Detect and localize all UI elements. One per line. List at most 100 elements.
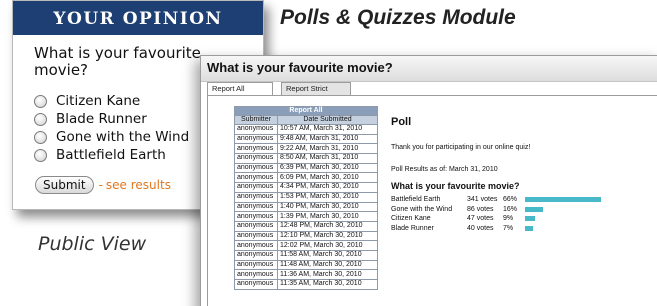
poll-results-panel: Poll Thank you for participating in our … xyxy=(391,116,651,233)
submitter-cell: anonymous xyxy=(234,259,278,271)
poll-options: Citizen Kane Blade Runner Gone with the … xyxy=(34,92,189,164)
result-option: Citizen Kane xyxy=(391,215,431,223)
poll-results-question: What is your favourite movie? xyxy=(391,181,520,191)
submitter-cell: anonymous xyxy=(234,249,278,261)
report-table-caption: Report All xyxy=(234,106,378,116)
date-cell: 4:34 PM, March 30, 2010 xyxy=(277,182,378,193)
submitter-cell: anonymous xyxy=(234,172,278,184)
date-cell: 8:50 AM, March 31, 2010 xyxy=(277,153,378,164)
result-option: Gone with the Wind xyxy=(391,205,453,213)
result-votes: 341 votes xyxy=(467,196,498,204)
see-results-link[interactable]: see results xyxy=(106,178,171,192)
date-cell: 12:48 PM, March 30, 2010 xyxy=(277,220,378,232)
submitter-cell: anonymous xyxy=(234,153,278,164)
report-tabs: Report All Report Strict xyxy=(207,82,352,96)
report-table: Report All Submitter Date Submitted anon… xyxy=(234,106,378,290)
date-cell: 11:48 AM, March 30, 2010 xyxy=(277,259,378,271)
separator: - xyxy=(98,178,103,192)
date-cell: 12:02 PM, March 30, 2010 xyxy=(277,240,378,251)
result-bar xyxy=(525,206,544,212)
date-cell: 11:35 AM, March 30, 2010 xyxy=(277,279,378,290)
submitter-cell: anonymous xyxy=(234,182,278,193)
radio-button[interactable] xyxy=(34,94,47,108)
date-cell: 11:36 AM, March 30, 2010 xyxy=(277,269,378,280)
poll-widget-header: YOUR OPINION xyxy=(13,1,263,35)
table-row: anonymous 6:39 PM, March 30, 2010 xyxy=(234,162,378,174)
result-bar xyxy=(525,197,601,203)
submitter-cell: anonymous xyxy=(234,124,278,135)
radio-button[interactable] xyxy=(34,148,47,162)
result-bar xyxy=(525,225,534,231)
admin-window-title: What is your favourite movie? xyxy=(201,56,657,82)
date-cell: 6:09 PM, March 30, 2010 xyxy=(277,172,378,184)
submit-button[interactable]: Submit xyxy=(35,176,94,194)
result-option: Battlefield Earth xyxy=(391,196,441,204)
option-label: Battlefield Earth xyxy=(56,147,166,163)
result-votes: 40 votes xyxy=(467,224,494,232)
table-row: anonymous 10:57 AM, March 31, 2010 xyxy=(234,124,378,135)
poll-option-gone-with-the-wind[interactable]: Gone with the Wind xyxy=(34,128,189,146)
submitter-cell: anonymous xyxy=(234,162,278,174)
result-bar-track xyxy=(525,216,640,222)
submitter-cell: anonymous xyxy=(234,201,278,213)
date-cell: 11:58 AM, March 30, 2010 xyxy=(277,249,378,261)
result-bar-track xyxy=(525,197,640,203)
table-row: anonymous 8:50 AM, March 31, 2010 xyxy=(234,153,378,164)
submit-row: Submit - see results xyxy=(35,176,171,194)
table-row: anonymous 11:48 AM, March 30, 2010 xyxy=(234,259,378,271)
table-row: anonymous 1:40 PM, March 30, 2010 xyxy=(234,201,378,213)
poll-thanks-message: Thank you for participating in our onlin… xyxy=(391,144,531,151)
table-row: anonymous 1:39 PM, March 30, 2010 xyxy=(234,211,378,222)
result-votes: 86 votes xyxy=(467,205,494,213)
date-cell: 10:57 AM, March 31, 2010 xyxy=(277,124,378,135)
table-row: anonymous 1:53 PM, March 30, 2010 xyxy=(234,191,378,203)
option-label: Blade Runner xyxy=(56,111,147,127)
submitter-cell: anonymous xyxy=(234,240,278,251)
option-label: Gone with the Wind xyxy=(56,129,190,145)
tab-report-all[interactable]: Report All xyxy=(207,82,273,95)
result-percent: 16% xyxy=(503,205,518,213)
radio-button[interactable] xyxy=(34,130,47,144)
result-bar xyxy=(525,216,536,222)
date-cell: 6:39 PM, March 30, 2010 xyxy=(277,162,378,174)
table-row: anonymous 11:58 AM, March 30, 2010 xyxy=(234,249,378,261)
result-bar-track xyxy=(525,225,640,231)
result-votes: 47 votes xyxy=(467,215,494,223)
result-percent: 66% xyxy=(503,196,518,204)
date-cell: 1:53 PM, March 30, 2010 xyxy=(277,191,378,203)
date-cell: 9:22 AM, March 31, 2010 xyxy=(277,143,378,155)
column-header-submitter: Submitter xyxy=(234,115,278,125)
result-percent: 7% xyxy=(503,224,514,232)
result-bar-track xyxy=(525,206,640,212)
table-row: anonymous 11:36 AM, March 30, 2010 xyxy=(234,269,378,280)
date-cell: 1:40 PM, March 30, 2010 xyxy=(277,201,378,213)
submitter-cell: anonymous xyxy=(234,143,278,155)
result-option: Blade Runner xyxy=(391,224,434,232)
submitter-cell: anonymous xyxy=(234,269,278,280)
result-row: Battlefield Earth 341 votes 66% xyxy=(391,195,651,205)
date-cell: 9:48 AM, March 31, 2010 xyxy=(277,133,378,145)
submitter-cell: anonymous xyxy=(234,279,278,290)
date-cell: 1:39 PM, March 30, 2010 xyxy=(277,211,378,222)
table-row: anonymous 12:10 PM, March 30, 2010 xyxy=(234,230,378,242)
submitter-cell: anonymous xyxy=(234,230,278,242)
admin-report-window: What is your favourite movie? Report All… xyxy=(200,55,657,306)
result-row: Gone with the Wind 86 votes 16% xyxy=(391,205,651,215)
poll-option-battlefield-earth[interactable]: Battlefield Earth xyxy=(34,146,189,164)
option-label: Citizen Kane xyxy=(56,93,141,109)
poll-option-citizen-kane[interactable]: Citizen Kane xyxy=(34,92,189,110)
report-table-body: anonymous 10:57 AM, March 31, 2010 anonymo… xyxy=(234,124,378,290)
table-row: anonymous 4:34 PM, March 30, 2010 xyxy=(234,182,378,193)
table-row: anonymous 6:09 PM, March 30, 2010 xyxy=(234,172,378,184)
poll-heading: Poll xyxy=(391,116,412,128)
submitter-cell: anonymous xyxy=(234,220,278,232)
tab-report-strict[interactable]: Report Strict xyxy=(281,82,351,95)
result-percent: 9% xyxy=(503,215,514,223)
submitter-cell: anonymous xyxy=(234,211,278,222)
result-row: Citizen Kane 47 votes 9% xyxy=(391,214,651,224)
public-view-caption: Public View xyxy=(38,233,147,255)
column-header-date: Date Submitted xyxy=(277,115,378,125)
table-row: anonymous 11:35 AM, March 30, 2010 xyxy=(234,279,378,290)
poll-option-blade-runner[interactable]: Blade Runner xyxy=(34,110,189,128)
radio-button[interactable] xyxy=(34,112,47,126)
